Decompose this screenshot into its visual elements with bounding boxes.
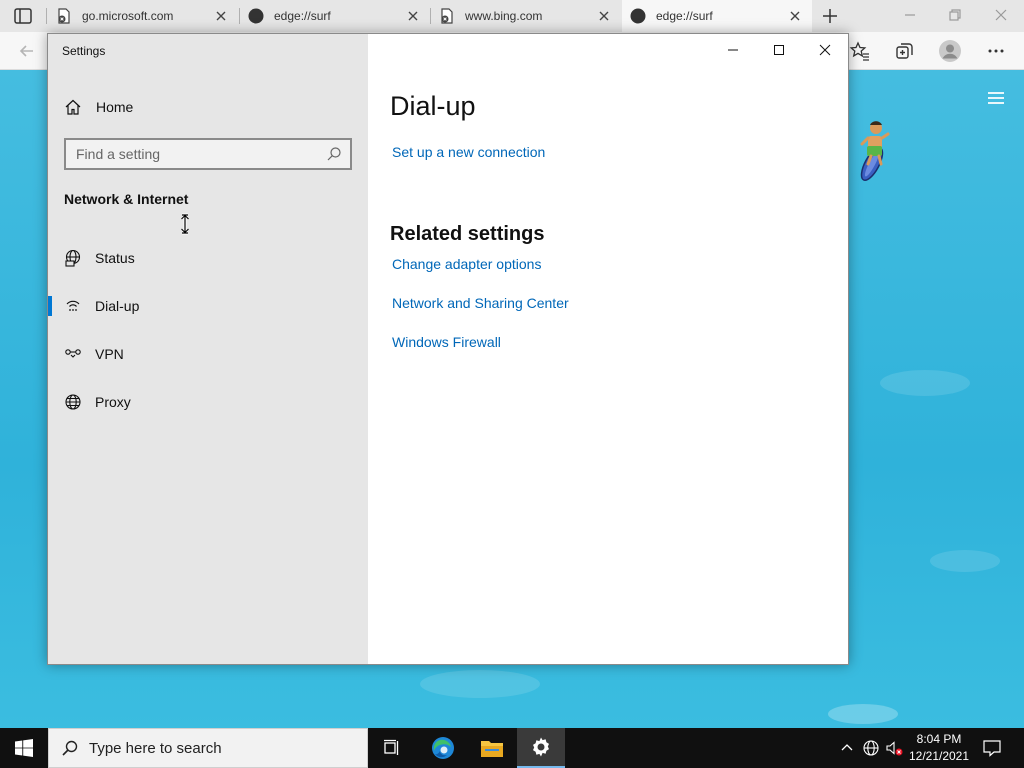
clock-date: 12/21/2021 — [908, 749, 970, 763]
settings-nav-pane: Settings Home Network & Internet — [48, 34, 368, 664]
surf-favicon-icon — [630, 8, 646, 24]
browser-restore-icon[interactable] — [944, 4, 966, 26]
tab-go-microsoft[interactable]: go.microsoft.com — [48, 0, 238, 32]
nav-item-label: Status — [95, 250, 135, 266]
taskbar-settings-button[interactable] — [517, 728, 565, 768]
minimize-button[interactable] — [718, 40, 748, 60]
water-ripple — [930, 550, 1000, 572]
hamburger-menu-icon[interactable] — [985, 90, 1007, 106]
maximize-button[interactable] — [764, 40, 794, 60]
tab-edge-surf-active[interactable]: edge://surf — [622, 0, 812, 32]
section-title: Network & Internet — [64, 191, 189, 207]
show-hidden-icons-chevron-icon[interactable] — [838, 739, 856, 757]
water-ripple — [828, 704, 898, 724]
edge-browser-icon — [432, 737, 454, 759]
start-button[interactable] — [0, 728, 48, 768]
network-sharing-center-link[interactable]: Network and Sharing Center — [392, 295, 569, 311]
gear-icon — [533, 737, 549, 757]
taskbar: Type here to search 8:04 PM 12/21/2021 — [0, 728, 1024, 768]
surfer-character-icon — [860, 121, 890, 181]
nav-item-label: Dial-up — [95, 298, 140, 314]
app-title: Settings — [62, 44, 106, 58]
nav-item-dialup[interactable]: Dial-up — [48, 286, 368, 326]
taskbar-clock[interactable]: 8:04 PM 12/21/2021 — [902, 731, 976, 765]
nav-item-label: Proxy — [95, 394, 131, 410]
tab-title: edge://surf — [656, 9, 713, 23]
tab-separator — [46, 8, 47, 24]
minimize-icon — [728, 49, 738, 51]
nav-item-status[interactable]: Status — [48, 238, 368, 278]
vpn-icon — [65, 349, 81, 358]
more-options-icon[interactable] — [985, 40, 1007, 62]
change-adapter-options-link[interactable]: Change adapter options — [392, 256, 541, 272]
text-cursor-icon — [181, 213, 189, 235]
home-icon — [65, 99, 81, 115]
taskbar-search-box[interactable]: Type here to search — [48, 728, 368, 768]
tab-bing[interactable]: www.bing.com — [431, 0, 621, 32]
settings-content-pane: Dial-up Set up a new connection Related … — [368, 34, 848, 664]
page-error-icon — [58, 8, 70, 24]
taskbar-edge-button[interactable] — [419, 728, 467, 768]
tab-title: edge://surf — [274, 9, 331, 23]
tab-title: go.microsoft.com — [82, 9, 174, 23]
page-title: Dial-up — [390, 91, 476, 121]
tab-actions-icon[interactable] — [12, 7, 34, 25]
network-globe-icon[interactable] — [862, 739, 880, 757]
water-ripple — [420, 670, 540, 698]
task-view-button[interactable] — [368, 728, 416, 768]
windows-firewall-link[interactable]: Windows Firewall — [392, 334, 501, 350]
nav-item-proxy[interactable]: Proxy — [48, 382, 368, 422]
task-view-icon — [384, 739, 399, 755]
nav-item-vpn[interactable]: VPN — [48, 334, 368, 374]
browser-minimize-icon[interactable] — [899, 4, 921, 26]
search-icon — [62, 740, 78, 756]
browser-close-icon[interactable] — [990, 4, 1012, 26]
taskbar-file-explorer-button[interactable] — [468, 728, 516, 768]
close-tab-icon[interactable] — [406, 9, 420, 23]
volume-muted-icon[interactable] — [885, 739, 903, 757]
close-tab-icon[interactable] — [214, 9, 228, 23]
home-label: Home — [96, 99, 134, 115]
page-error-icon — [441, 8, 453, 24]
tab-title: www.bing.com — [465, 9, 543, 23]
tab-edge-surf[interactable]: edge://surf — [240, 0, 430, 32]
settings-search-box[interactable] — [64, 138, 352, 170]
clock-time: 8:04 PM — [916, 732, 962, 746]
setup-new-connection-link[interactable]: Set up a new connection — [392, 144, 545, 160]
profile-avatar-icon[interactable] — [938, 39, 962, 63]
windows-logo-icon — [15, 739, 33, 757]
taskbar-search-placeholder: Type here to search — [89, 739, 222, 757]
folder-icon — [481, 741, 503, 757]
search-icon[interactable] — [326, 146, 342, 162]
maximize-icon — [774, 45, 784, 55]
settings-window: Settings Home Network & Internet — [47, 33, 849, 665]
collections-icon[interactable] — [893, 40, 915, 62]
new-tab-icon[interactable] — [820, 6, 840, 26]
globe-status-icon — [65, 249, 81, 267]
close-tab-icon[interactable] — [788, 9, 802, 23]
dialup-icon — [66, 300, 80, 311]
related-settings-title: Related settings — [390, 223, 545, 245]
close-button[interactable] — [810, 40, 840, 60]
close-tab-icon[interactable] — [597, 9, 611, 23]
surf-favicon-icon — [248, 8, 264, 24]
settings-search-input[interactable] — [66, 140, 326, 168]
water-ripple — [880, 370, 970, 396]
back-icon[interactable] — [16, 40, 38, 62]
home-nav-item[interactable]: Home — [64, 96, 133, 118]
tab-strip: go.microsoft.com edge://surf www.bing.co… — [0, 0, 1024, 32]
nav-item-label: VPN — [95, 346, 124, 362]
close-icon — [819, 44, 831, 56]
notifications-icon[interactable] — [982, 738, 1002, 758]
globe-icon — [65, 394, 81, 410]
favorites-icon[interactable] — [849, 40, 871, 62]
